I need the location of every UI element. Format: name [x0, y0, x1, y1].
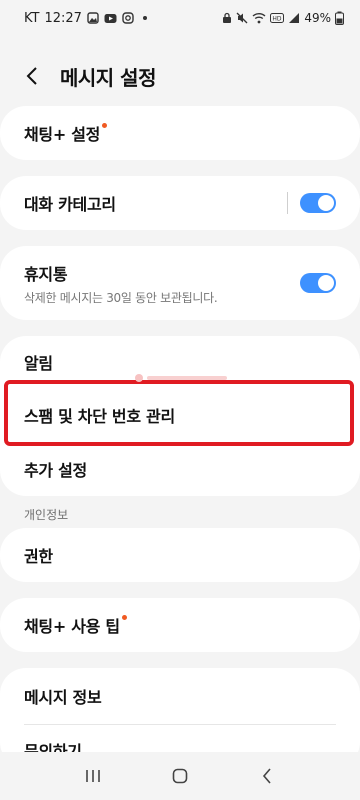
card-chat-plus: 채팅+ 설정 — [0, 106, 360, 160]
youtube-icon — [104, 13, 117, 24]
permissions-label: 권한 — [24, 547, 53, 566]
recents-icon — [86, 770, 101, 782]
new-badge-dot — [121, 614, 127, 620]
chevron-left-icon — [26, 67, 37, 85]
recents-button[interactable] — [69, 756, 117, 796]
svg-text:HD: HD — [273, 16, 283, 23]
trash-item[interactable]: 휴지통 삭제한 메시지는 30일 동안 보관됩니다. — [0, 246, 360, 320]
chat-plus-tips-label: 채팅+ 사용 팁 — [24, 617, 120, 636]
home-icon — [172, 768, 188, 784]
privacy-section-header: 개인정보 — [24, 508, 69, 522]
instagram-icon — [122, 12, 134, 24]
gallery-icon — [87, 12, 99, 24]
about-messages-item[interactable]: 메시지 정보 — [0, 668, 360, 724]
wifi-icon — [252, 12, 266, 24]
hd-icon: HD — [270, 13, 285, 23]
lock-icon — [222, 12, 232, 24]
back-button[interactable] — [8, 52, 56, 100]
back-icon — [262, 768, 271, 784]
card-categories: 대화 카테고리 — [0, 176, 360, 230]
home-button[interactable] — [156, 756, 204, 796]
watermark-logo — [134, 372, 234, 384]
trash-description: 삭제한 메시지는 30일 동안 보관됩니다. — [24, 290, 218, 305]
battery-percent: 49% — [304, 11, 331, 25]
categories-item[interactable]: 대화 카테고리 — [0, 176, 360, 230]
notification-dot — [142, 16, 147, 20]
carrier: KT — [24, 10, 40, 26]
divider — [287, 192, 288, 214]
highlight-box — [4, 380, 354, 446]
trash-toggle[interactable] — [300, 273, 336, 293]
chat-plus-settings-item[interactable]: 채팅+ 설정 — [0, 106, 360, 160]
card-trash: 휴지통 삭제한 메시지는 30일 동안 보관됩니다. — [0, 246, 360, 320]
notifications-label: 알림 — [24, 354, 53, 373]
categories-toggle[interactable] — [300, 193, 336, 213]
about-messages-label: 메시지 정보 — [24, 688, 102, 707]
battery-icon — [335, 11, 344, 25]
toggle-knob — [318, 275, 334, 291]
more-settings-label: 추가 설정 — [24, 461, 87, 480]
app-bar: 메시지 설정 — [0, 52, 360, 100]
trash-label: 휴지통 — [24, 264, 68, 284]
chat-plus-tips-item[interactable]: 채팅+ 사용 팁 — [0, 598, 360, 652]
more-settings-item[interactable]: 추가 설정 — [0, 442, 360, 496]
new-badge-dot — [102, 122, 108, 128]
signal-icon — [288, 12, 300, 24]
back-nav-button[interactable] — [243, 756, 291, 796]
mute-icon — [236, 12, 248, 24]
toggle-knob — [318, 195, 334, 211]
permissions-item[interactable]: 권한 — [0, 528, 360, 582]
page-title: 메시지 설정 — [60, 65, 156, 90]
card-chat-plus-tips: 채팅+ 사용 팁 — [0, 598, 360, 652]
clock: 12:27 — [44, 10, 82, 26]
categories-label: 대화 카테고리 — [24, 195, 116, 214]
chat-plus-settings-label: 채팅+ 설정 — [24, 125, 101, 144]
card-permissions: 권한 — [0, 528, 360, 582]
status-bar: KT 12:27 HD 49% — [0, 0, 360, 36]
navigation-bar — [0, 752, 360, 800]
